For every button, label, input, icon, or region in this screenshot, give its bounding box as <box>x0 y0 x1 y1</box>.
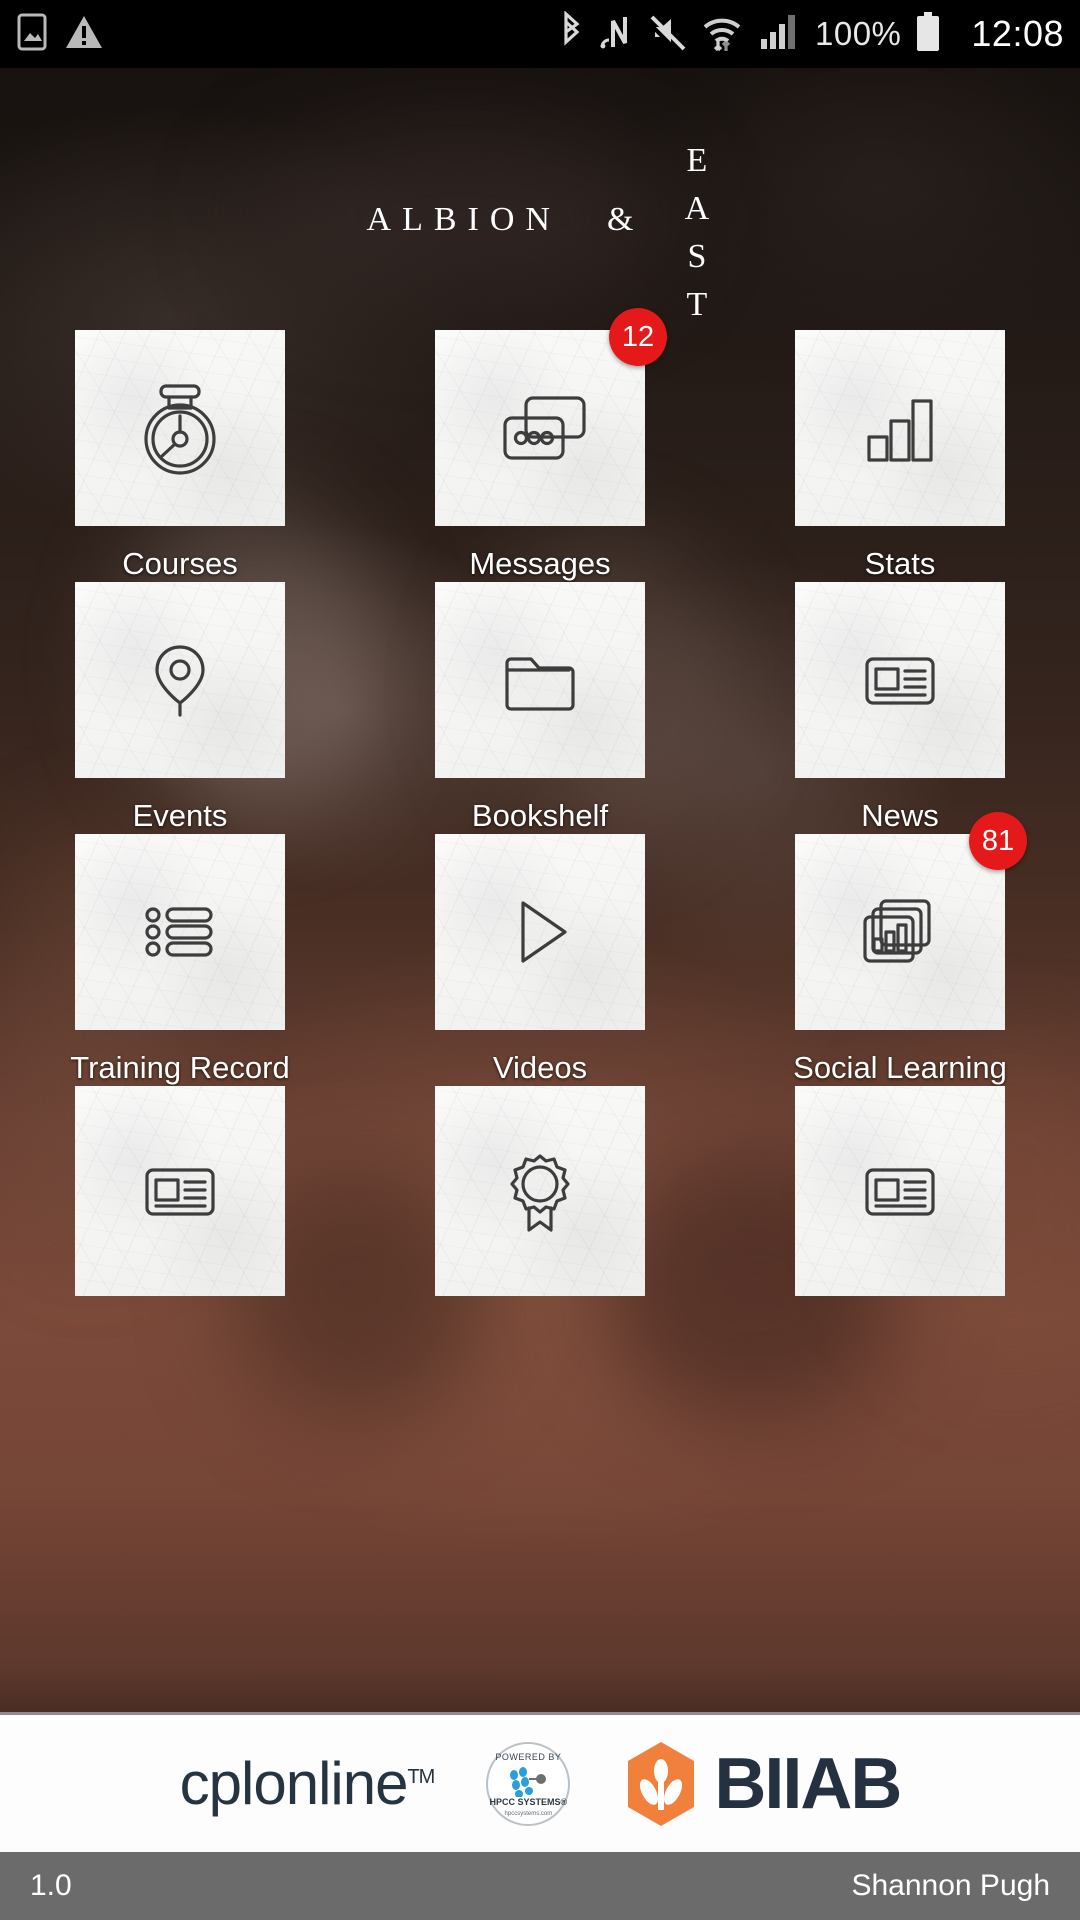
news-article-icon <box>865 1168 935 1216</box>
hpcc-name-label: HPCC SYSTEMS® <box>489 1796 568 1807</box>
bluetooth-icon <box>557 9 585 58</box>
bar-chart-icon <box>867 399 933 462</box>
biiab-hex-icon <box>622 1740 700 1828</box>
battery-full-icon <box>915 11 941 58</box>
grid-item-10[interactable] <box>0 1086 360 1338</box>
news-article-icon <box>865 657 935 705</box>
app-tile-grid: Courses 12 Messages Stats Events Bookshe… <box>0 308 1080 1338</box>
clock-label: 12:08 <box>971 13 1064 54</box>
grid-item-bookshelf[interactable]: Bookshelf <box>360 582 720 834</box>
label-events: Events <box>132 798 228 833</box>
label-videos: Videos <box>492 1050 588 1085</box>
nfc-icon <box>599 11 635 58</box>
label-courses: Courses <box>122 546 238 581</box>
cplonline-tm: TM <box>407 1766 435 1788</box>
wifi-icon <box>701 11 743 58</box>
logo-word-albion: ALBION <box>366 201 561 238</box>
grid-item-videos[interactable]: Videos <box>360 834 720 1086</box>
label-social-learning: Social Learning <box>793 1050 1007 1085</box>
hpcc-url-label: hpccsystems.com <box>504 1810 553 1817</box>
grid-item-messages[interactable]: 12 Messages <box>360 308 720 582</box>
stacked-chart-icon <box>863 899 931 963</box>
stopwatch-icon <box>144 384 216 475</box>
tile-events[interactable] <box>75 582 285 778</box>
label-news: News <box>861 798 939 833</box>
sponsor-band: cplonlineTM POWERED BY HPCC SYSTEMS® hpc… <box>0 1712 1080 1852</box>
tile-courses[interactable] <box>75 330 285 526</box>
signal-icon <box>757 11 801 58</box>
mute-icon <box>647 11 687 58</box>
award-rosette-icon <box>510 1154 570 1232</box>
grid-item-11[interactable] <box>360 1086 720 1338</box>
label-messages: Messages <box>469 546 611 581</box>
battery-percent-label: 100% <box>815 15 902 52</box>
biiab-logo: BIIAB <box>622 1740 902 1828</box>
label-stats: Stats <box>864 546 936 581</box>
grid-item-courses[interactable]: Courses <box>0 330 360 582</box>
news-article-icon <box>145 1168 215 1216</box>
badge-messages: 12 <box>609 308 667 366</box>
tile-training-record[interactable] <box>75 834 285 1030</box>
grid-item-stats[interactable]: Stats <box>720 330 1080 582</box>
grid-item-12[interactable] <box>720 1086 1080 1338</box>
warning-triangle-icon <box>64 13 104 56</box>
cplonline-wordmark: cplonline <box>179 1750 409 1817</box>
tile-12[interactable] <box>795 1086 1005 1296</box>
user-name-label: Shannon Pugh <box>851 1869 1050 1902</box>
hpcc-powered-by-label: POWERED BY <box>495 1751 562 1762</box>
tile-news[interactable] <box>795 582 1005 778</box>
tile-messages[interactable]: 12 <box>435 308 667 526</box>
footer-bar: 1.0 Shannon Pugh <box>0 1852 1080 1920</box>
map-pin-icon <box>155 645 205 717</box>
tile-11[interactable] <box>435 1086 645 1296</box>
folder-icon <box>505 657 575 711</box>
status-bar: 100% 12:08 <box>0 0 1080 68</box>
grid-item-social-learning[interactable]: 81 Social Learning <box>720 812 1080 1086</box>
tile-stats[interactable] <box>795 330 1005 526</box>
play-triangle-icon <box>521 901 567 963</box>
logo-ampersand: & <box>606 201 634 238</box>
label-training-record: Training Record <box>70 1050 290 1085</box>
app-logo: ALBION & EAST <box>0 142 1080 334</box>
grid-item-training-record[interactable]: Training Record <box>0 834 360 1086</box>
tile-videos[interactable] <box>435 834 645 1030</box>
checklist-icon <box>145 907 213 957</box>
cplonline-logo: cplonlineTM <box>179 1749 436 1818</box>
grid-item-events[interactable]: Events <box>0 582 360 834</box>
grid-item-news[interactable]: News <box>720 582 1080 834</box>
tile-10[interactable] <box>75 1086 285 1296</box>
tile-social-learning[interactable]: 81 <box>795 812 1027 1030</box>
label-bookshelf: Bookshelf <box>471 798 609 833</box>
version-label: 1.0 <box>30 1869 72 1902</box>
chat-bubbles-icon <box>503 396 586 460</box>
tile-bookshelf[interactable] <box>435 582 645 778</box>
biiab-wordmark: BIIAB <box>714 1743 902 1824</box>
image-icon <box>16 12 48 57</box>
logo-word-east: EAST <box>678 142 716 334</box>
badge-social-learning: 81 <box>969 812 1027 870</box>
hpcc-systems-badge: POWERED BY HPCC SYSTEMS® hpccsystems.com <box>486 1741 571 1826</box>
